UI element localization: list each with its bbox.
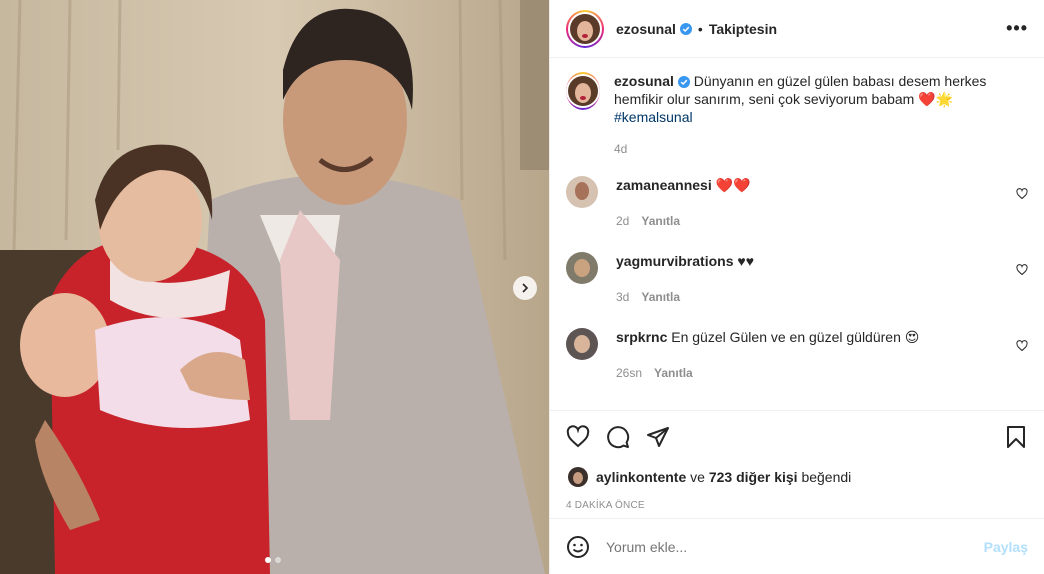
like-button[interactable] (566, 424, 590, 449)
comment-item: srpkrnc En güzel Gülen ve en güzel güldü… (566, 328, 1028, 382)
commenter-avatar[interactable] (566, 328, 598, 360)
comments-section[interactable]: ezosunal Dünyanın en güzel gülen babası … (550, 58, 1044, 410)
share-button[interactable] (646, 425, 670, 449)
heart-icon[interactable] (1016, 264, 1028, 276)
verified-icon (679, 22, 692, 35)
more-icon[interactable]: ••• (1006, 18, 1028, 39)
caption-hashtag[interactable]: #kemalsunal (614, 109, 693, 125)
action-bar (550, 410, 1044, 462)
heart-icon[interactable] (1016, 188, 1028, 200)
comment-item: zamaneannesi ❤️❤️ 2d Yanıtla (566, 176, 1028, 230)
reply-button[interactable]: Yanıtla (641, 290, 680, 304)
post-comment-button[interactable]: Paylaş (984, 539, 1028, 555)
share-icon (647, 426, 669, 447)
verified-icon (677, 76, 690, 88)
bookmark-icon (1007, 425, 1025, 448)
add-comment-bar: Paylaş (550, 518, 1044, 574)
comment-username[interactable]: srpkrnc (616, 329, 667, 345)
reply-button[interactable]: Yanıtla (654, 366, 693, 380)
save-button[interactable] (1004, 425, 1028, 449)
caption-username[interactable]: ezosunal (614, 73, 674, 89)
caption-time[interactable]: 4d (614, 142, 627, 156)
carousel-dot (275, 557, 281, 563)
post-dialog: ezosunal • Takiptesin ••• ezosunal Dünya… (0, 0, 1044, 574)
chevron-right-icon (522, 283, 529, 293)
caption-body: ezosunal Dünyanın en güzel gülen babası … (614, 72, 1028, 158)
comment-text: En güzel Gülen ve en güzel güldüren 😍 (671, 329, 920, 345)
author-avatar[interactable] (566, 9, 604, 48)
likes-others[interactable]: 723 diğer kişi (709, 469, 798, 485)
follow-status-button[interactable]: Takiptesin (709, 21, 777, 37)
avatar-image (570, 13, 600, 44)
comment-icon (607, 425, 630, 448)
heart-icon (566, 424, 590, 447)
next-photo-button[interactable] (513, 276, 537, 300)
comment-username[interactable]: yagmurvibrations (616, 253, 733, 269)
carousel-dots (265, 557, 281, 563)
author-username[interactable]: ezosunal (616, 21, 676, 37)
post-photo[interactable] (0, 0, 549, 574)
commenter-avatar[interactable] (566, 176, 598, 208)
carousel-dot-active (265, 557, 271, 563)
avatar-image (568, 76, 598, 106)
likes-connector: ve (690, 469, 705, 485)
comment-time[interactable]: 26sn (616, 366, 642, 380)
commenter-avatar[interactable] (566, 252, 598, 284)
likes-suffix: beğendi (801, 469, 852, 485)
likes-summary: aylinkontente ve 723 diğer kişi beğendi (550, 462, 1044, 492)
photo-image (0, 0, 549, 574)
comment-username[interactable]: zamaneannesi (616, 177, 712, 193)
separator-bullet: • (697, 20, 703, 37)
emoji-icon (567, 535, 589, 558)
comment-item: yagmurvibrations ♥♥ 3d Yanıtla (566, 252, 1028, 306)
comment-text: ♥♥ (737, 253, 754, 269)
post-header: ezosunal • Takiptesin ••• (550, 0, 1044, 58)
comment-button[interactable] (606, 425, 630, 449)
caption-avatar[interactable] (566, 72, 600, 110)
post-side-panel: ezosunal • Takiptesin ••• ezosunal Dünya… (549, 0, 1044, 574)
reply-button[interactable]: Yanıtla (641, 214, 680, 228)
heart-icon[interactable] (1016, 340, 1028, 352)
comment-time[interactable]: 2d (616, 214, 629, 228)
comment-text: ❤️❤️ (715, 177, 751, 193)
comment-input[interactable] (606, 538, 984, 555)
liker-avatar[interactable] (568, 467, 588, 487)
caption: ezosunal Dünyanın en güzel gülen babası … (566, 72, 1028, 158)
comment-time[interactable]: 3d (616, 290, 629, 304)
post-timestamp[interactable]: 4 DAKİKA ÖNCE (550, 492, 1044, 518)
emoji-button[interactable] (566, 535, 590, 559)
liker-username[interactable]: aylinkontente (596, 469, 686, 485)
